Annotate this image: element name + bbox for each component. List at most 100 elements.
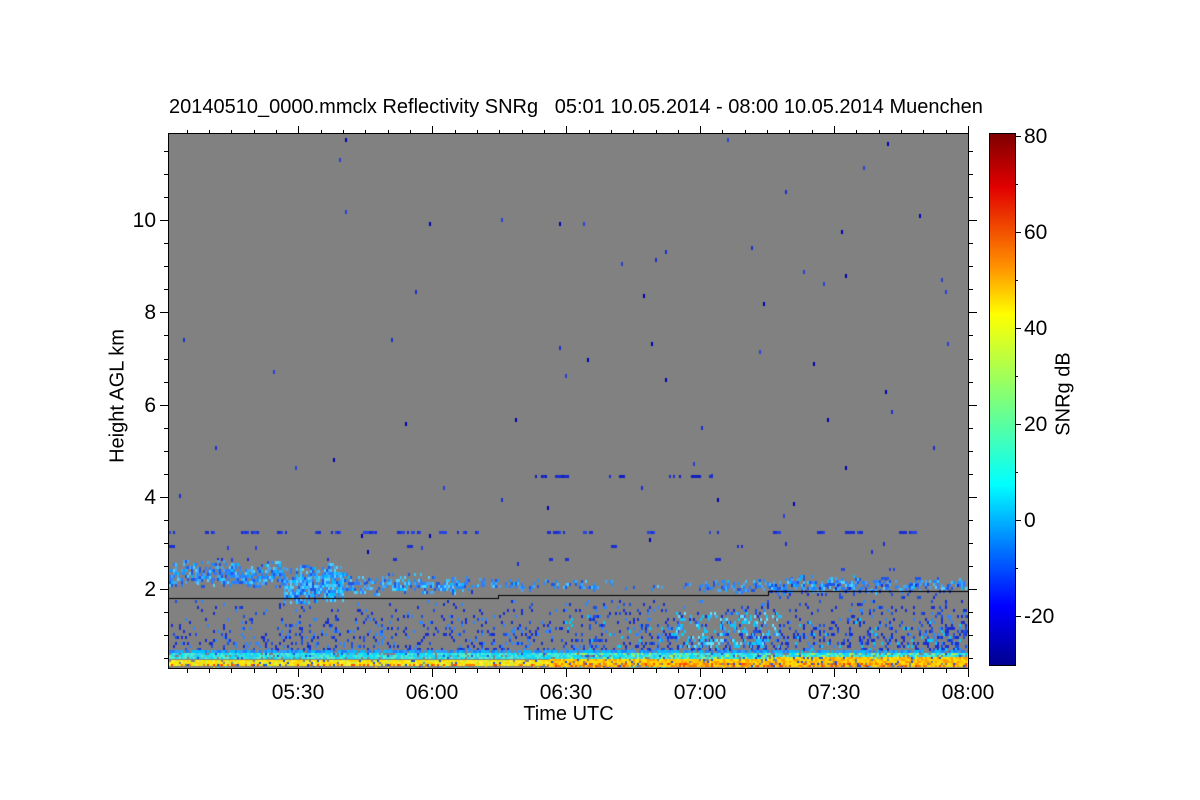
x-minor-tick: [901, 669, 902, 673]
x-minor-tick: [321, 669, 322, 673]
x-tick-label: 06:30: [539, 681, 593, 704]
x-major-tick-top: [968, 126, 969, 134]
x-major-tick-top: [298, 126, 299, 134]
y-minor-tick-right: [969, 359, 973, 360]
x-minor-tick: [522, 669, 523, 673]
x-tick-label: 07:00: [673, 681, 727, 704]
y-tick-label: 4: [144, 486, 156, 509]
x-minor-tick-top: [745, 130, 746, 134]
y-minor-tick: [164, 635, 168, 636]
x-minor-tick: [231, 669, 232, 673]
colorbar-minor-tick: [1015, 568, 1018, 569]
x-minor-tick-top: [767, 130, 768, 134]
x-tick-label: 07:30: [807, 681, 861, 704]
colorbar-major-tick: [1015, 616, 1021, 617]
y-minor-tick: [164, 197, 168, 198]
x-minor-tick-top: [254, 130, 255, 134]
y-minor-tick: [164, 335, 168, 336]
x-minor-tick: [254, 669, 255, 673]
y-minor-tick: [164, 474, 168, 475]
x-minor-tick-top: [343, 130, 344, 134]
colorbar-major-tick: [1015, 232, 1021, 233]
x-minor-tick-top: [410, 130, 411, 134]
x-minor-tick: [455, 669, 456, 673]
y-minor-tick: [164, 289, 168, 290]
x-minor-tick: [767, 669, 768, 673]
x-minor-tick-top: [455, 130, 456, 134]
y-minor-tick-right: [969, 428, 973, 429]
y-minor-tick-right: [969, 566, 973, 567]
y-minor-tick: [164, 451, 168, 452]
y-major-tick-right: [969, 405, 977, 406]
x-minor-tick-top: [923, 130, 924, 134]
y-major-tick: [160, 220, 168, 221]
y-minor-tick: [164, 359, 168, 360]
x-tick-label: 06:00: [405, 681, 459, 704]
x-minor-tick: [611, 669, 612, 673]
colorbar-major-tick: [1015, 328, 1021, 329]
colorbar-minor-tick: [1015, 472, 1018, 473]
colorbar-tick-label: 60: [1024, 221, 1048, 244]
x-minor-tick-top: [544, 130, 545, 134]
y-major-tick: [160, 312, 168, 313]
colorbar-tick-label: 40: [1024, 317, 1048, 340]
x-minor-tick-top: [946, 130, 947, 134]
y-minor-tick: [164, 174, 168, 175]
x-minor-tick-top: [365, 130, 366, 134]
colorbar-gradient: [990, 134, 1015, 665]
x-minor-tick-top: [633, 130, 634, 134]
y-minor-tick: [164, 566, 168, 567]
x-minor-tick-top: [879, 130, 880, 134]
x-minor-tick-top: [187, 130, 188, 134]
colorbar: [989, 133, 1016, 666]
x-minor-tick-top: [656, 130, 657, 134]
y-minor-tick-right: [969, 612, 973, 613]
x-minor-tick: [923, 669, 924, 673]
x-minor-tick-top: [611, 130, 612, 134]
y-minor-tick-right: [969, 174, 973, 175]
x-minor-tick: [209, 669, 210, 673]
y-major-tick-right: [969, 589, 977, 590]
x-major-tick: [700, 669, 701, 677]
x-major-tick-top: [432, 126, 433, 134]
x-minor-tick: [276, 669, 277, 673]
x-major-tick-top: [700, 126, 701, 134]
y-tick-label: 8: [144, 301, 156, 324]
colorbar-major-tick: [1015, 424, 1021, 425]
x-minor-tick-top: [388, 130, 389, 134]
x-minor-tick: [589, 669, 590, 673]
x-minor-tick: [789, 669, 790, 673]
colorbar-minor-tick: [1015, 376, 1018, 377]
x-minor-tick-top: [477, 130, 478, 134]
colorbar-tick-label: 0: [1024, 509, 1036, 532]
x-minor-tick-top: [812, 130, 813, 134]
x-minor-tick: [544, 669, 545, 673]
radar-quicklook-page: 20140510_0000.mmclx Reflectivity SNRg 05…: [0, 0, 1200, 800]
x-tick-label: 05:30: [271, 681, 325, 704]
y-major-tick-right: [969, 497, 977, 498]
x-minor-tick: [745, 669, 746, 673]
y-minor-tick: [164, 382, 168, 383]
x-minor-tick: [656, 669, 657, 673]
colorbar-tick-label: -20: [1024, 605, 1055, 628]
x-minor-tick-top: [522, 130, 523, 134]
y-minor-tick-right: [969, 266, 973, 267]
x-minor-tick: [678, 669, 679, 673]
x-minor-tick: [187, 669, 188, 673]
x-minor-tick: [633, 669, 634, 673]
x-minor-tick: [410, 669, 411, 673]
y-major-tick-right: [969, 312, 977, 313]
y-minor-tick-right: [969, 382, 973, 383]
x-minor-tick: [365, 669, 366, 673]
x-minor-tick-top: [856, 130, 857, 134]
snr-heatmap-canvas: [169, 134, 968, 668]
y-major-tick: [160, 589, 168, 590]
y-minor-tick-right: [969, 197, 973, 198]
y-minor-tick: [164, 151, 168, 152]
x-minor-tick: [477, 669, 478, 673]
y-minor-tick: [164, 428, 168, 429]
y-minor-tick: [164, 520, 168, 521]
y-major-tick-right: [969, 220, 977, 221]
x-major-tick-top: [566, 126, 567, 134]
y-minor-tick-right: [969, 543, 973, 544]
